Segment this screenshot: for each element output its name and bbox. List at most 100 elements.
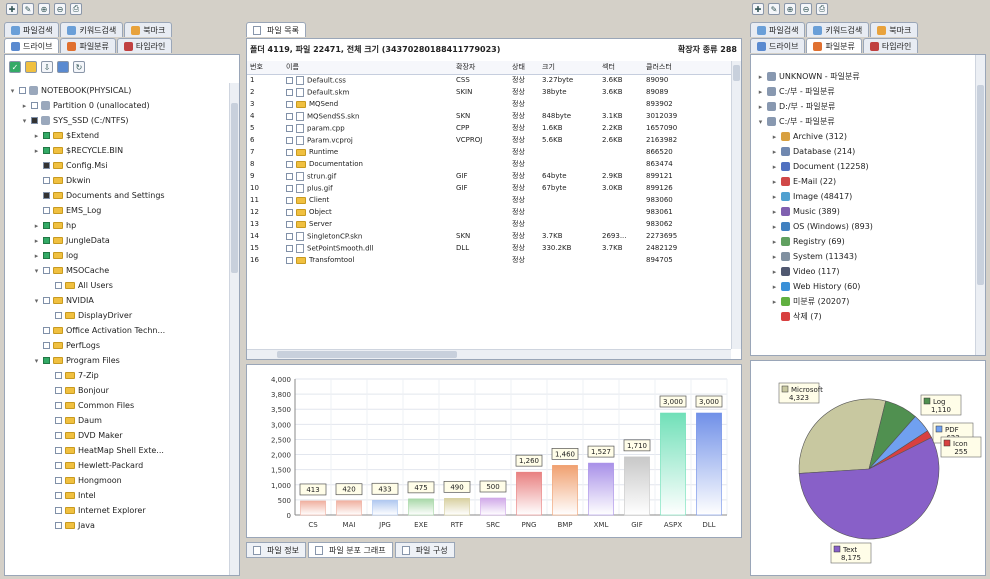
expand-toggle-icon[interactable]: ▸: [33, 237, 40, 245]
tree-node[interactable]: Hongmoon: [9, 473, 227, 488]
tree-checkbox[interactable]: [43, 132, 50, 139]
row-checkbox[interactable]: [286, 124, 293, 132]
tree-checkbox[interactable]: [55, 387, 62, 394]
check-all-icon[interactable]: ✓: [9, 61, 21, 73]
bottom-tab-file-info[interactable]: 파일 정보: [246, 542, 306, 558]
left-tree-scrollbar[interactable]: [229, 83, 239, 575]
expand-toggle-icon[interactable]: ▸: [771, 148, 778, 156]
expand-toggle-icon[interactable]: ▸: [33, 222, 40, 230]
tree-node[interactable]: Daum: [9, 413, 227, 428]
row-checkbox[interactable]: [286, 256, 293, 264]
tree-checkbox[interactable]: [55, 312, 62, 319]
right-tab-drive[interactable]: 드라이브: [750, 38, 806, 53]
category-node[interactable]: ▸ Image (48417): [757, 189, 973, 204]
category-node[interactable]: ▸ System (11343): [757, 249, 973, 264]
row-checkbox[interactable]: [286, 148, 293, 156]
row-checkbox[interactable]: [286, 172, 293, 180]
right-tab-keyword-search[interactable]: 키워드검색: [806, 22, 870, 37]
category-node[interactable]: 삭제 (7): [757, 309, 973, 324]
table-row[interactable]: 6 Param.vcproj VCPROJ 정상 5.6KB 2.6KB 2163982: [247, 134, 731, 146]
row-checkbox[interactable]: [286, 88, 293, 96]
table-row[interactable]: 15 SetPointSmooth.dll DLL 정상 330.2KB 3.7KB 248…: [247, 242, 731, 254]
tree-node[interactable]: Internet Explorer: [9, 503, 227, 518]
tree-checkbox[interactable]: [55, 447, 62, 454]
tree-checkbox[interactable]: [43, 177, 50, 184]
tree-checkbox[interactable]: [55, 402, 62, 409]
bar[interactable]: [696, 412, 722, 516]
category-node[interactable]: ▸ E-Mail (22): [757, 174, 973, 189]
open-case-icon[interactable]: ✎: [22, 3, 34, 15]
expand-toggle-icon[interactable]: ▸: [771, 223, 778, 231]
tab-file-list[interactable]: 파일 목록: [246, 22, 306, 37]
row-checkbox[interactable]: [286, 136, 293, 144]
column-header[interactable]: 클러스터: [643, 61, 731, 75]
category-node[interactable]: ▸ D:/부 - 파일분류: [757, 99, 973, 114]
category-node[interactable]: ▸ Web History (60): [757, 279, 973, 294]
tree-node[interactable]: Bonjour: [9, 383, 227, 398]
tree-checkbox[interactable]: [43, 147, 50, 154]
expand-toggle-icon[interactable]: ▸: [757, 103, 764, 111]
expand-toggle-icon[interactable]: ▸: [771, 193, 778, 201]
expand-toggle-icon[interactable]: ▸: [771, 268, 778, 276]
row-checkbox[interactable]: [286, 160, 293, 168]
table-row[interactable]: 13 Server 정상 983062: [247, 218, 731, 230]
expand-toggle-icon[interactable]: ▸: [771, 238, 778, 246]
bar[interactable]: [480, 497, 506, 516]
column-header[interactable]: 상태: [509, 61, 539, 75]
table-row[interactable]: 2 Default.skm SKIN 정상 38byte 3.6KB 89089: [247, 86, 731, 98]
expand-toggle-icon[interactable]: ▸: [757, 73, 764, 81]
expand-toggle-icon[interactable]: ▸: [757, 88, 764, 96]
tree-node[interactable]: ▸ $Extend: [9, 128, 227, 143]
table-row[interactable]: 16 Transfomtool 정상 894705: [247, 254, 731, 266]
table-row[interactable]: 12 Object 정상 983061: [247, 206, 731, 218]
tree-node[interactable]: Common Files: [9, 398, 227, 413]
category-node[interactable]: ▸ Archive (312): [757, 129, 973, 144]
column-header[interactable]: 이름: [283, 61, 453, 75]
bar[interactable]: [624, 456, 650, 516]
bar[interactable]: [408, 498, 434, 516]
tree-node[interactable]: Hewlett-Packard: [9, 458, 227, 473]
table-row[interactable]: 11 Client 정상 983060: [247, 194, 731, 206]
expand-toggle-icon[interactable]: ▸: [771, 133, 778, 141]
save-icon[interactable]: [57, 61, 69, 73]
expand-toggle-icon[interactable]: ▸: [771, 283, 778, 291]
column-header[interactable]: 섹터: [599, 61, 643, 75]
open-case-icon-right[interactable]: ✎: [768, 3, 780, 15]
tree-checkbox[interactable]: [31, 117, 38, 124]
export-icon[interactable]: ⇩: [41, 61, 53, 73]
right-tab-file-category[interactable]: 파일분류: [806, 38, 862, 53]
tree-checkbox[interactable]: [55, 492, 62, 499]
tree-checkbox[interactable]: [43, 222, 50, 229]
bar[interactable]: [552, 465, 578, 516]
tree-node[interactable]: ▾ NVIDIA: [9, 293, 227, 308]
expand-toggle-icon[interactable]: ▸: [33, 147, 40, 155]
tree-node[interactable]: 7-Zip: [9, 368, 227, 383]
bar[interactable]: [660, 412, 686, 516]
tree-node[interactable]: Documents and Settings: [9, 188, 227, 203]
tree-node[interactable]: ▸ log: [9, 248, 227, 263]
expand-toggle-icon[interactable]: ▸: [33, 132, 40, 140]
tree-node[interactable]: Java: [9, 518, 227, 533]
tree-checkbox[interactable]: [43, 192, 50, 199]
tree-checkbox[interactable]: [43, 162, 50, 169]
tree-checkbox[interactable]: [55, 282, 62, 289]
file-list-vscrollbar[interactable]: [731, 61, 741, 349]
tree-checkbox[interactable]: [55, 477, 62, 484]
tree-node[interactable]: ▸ $RECYCLE.BIN: [9, 143, 227, 158]
print-icon[interactable]: ⎙: [70, 3, 82, 15]
tree-checkbox[interactable]: [55, 522, 62, 529]
tree-checkbox[interactable]: [31, 102, 38, 109]
tree-checkbox[interactable]: [43, 252, 50, 259]
row-checkbox[interactable]: [286, 184, 293, 192]
expand-toggle-icon[interactable]: ▸: [33, 252, 40, 260]
right-tab-bookmark[interactable]: 북마크: [870, 22, 919, 37]
tree-checkbox[interactable]: [43, 237, 50, 244]
folder-icon[interactable]: [25, 61, 37, 73]
expand-toggle-icon[interactable]: ▸: [771, 298, 778, 306]
expand-toggle-icon[interactable]: ▸: [771, 208, 778, 216]
row-checkbox[interactable]: [286, 232, 293, 240]
print-icon-right[interactable]: ⎙: [816, 3, 828, 15]
table-row[interactable]: 4 MQSendSS.skn SKN 정상 848byte 3.1KB 3012039: [247, 110, 731, 122]
row-checkbox[interactable]: [286, 208, 293, 216]
table-row[interactable]: 7 Runtime 정상 866520: [247, 146, 731, 158]
